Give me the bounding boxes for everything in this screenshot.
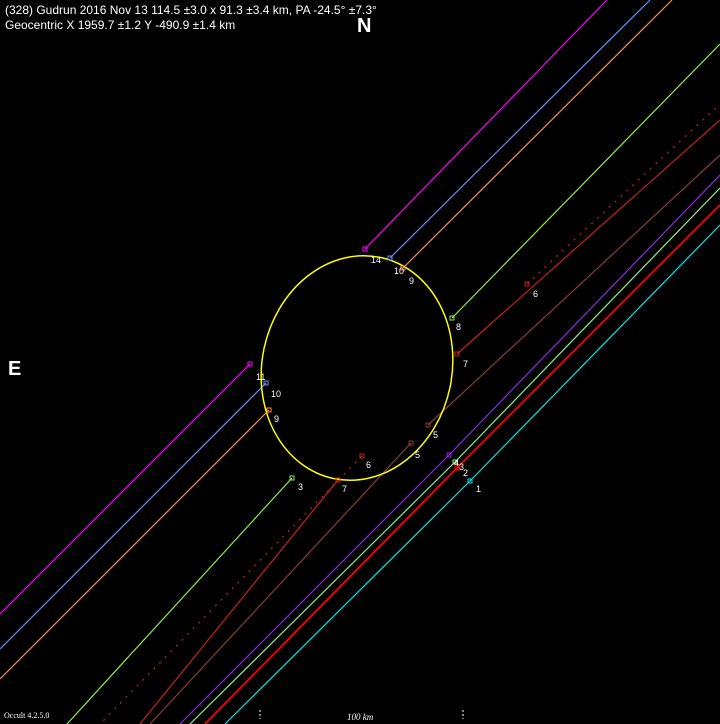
chord-line — [454, 187, 720, 463]
chord-line — [526, 103, 720, 285]
chord-line — [389, 0, 651, 259]
north-label: N — [357, 15, 372, 37]
chord-line — [139, 479, 339, 724]
chord-label: 1 — [476, 484, 481, 494]
program-version: Occult 4.2.5.0 — [4, 711, 50, 720]
chord-label: 10 — [271, 389, 281, 399]
chord-label: 8 — [456, 322, 461, 332]
chord-line — [427, 154, 720, 426]
chord-line — [469, 224, 720, 482]
header-title: (328) Gudrun 2016 Nov 13 114.5 ±3.0 x 91… — [5, 3, 377, 17]
chord-label: 5 — [433, 430, 438, 440]
chord-diagram: 1411101099836677554 321 — [0, 0, 720, 724]
chord-line-extension — [189, 461, 456, 724]
chord-label: 10 — [394, 266, 404, 276]
chord-label: 7 — [463, 359, 468, 369]
chord-line — [149, 442, 412, 724]
chord-line — [0, 363, 251, 615]
chord-label: 6 — [366, 460, 371, 470]
chord-line-extension — [179, 454, 450, 724]
header-geocentric: Geocentric X 1959.7 ±1.2 Y -490.9 ±1.4 k… — [5, 18, 236, 32]
chord-line-extension — [224, 480, 471, 724]
scale-label: 100 km — [347, 712, 374, 722]
asteroid-profile-ellipse — [260, 254, 454, 482]
chord-line — [66, 477, 293, 724]
chord-line-extension — [204, 467, 458, 724]
chord-label: 11 — [256, 372, 265, 382]
chord-label: 9 — [274, 414, 279, 424]
east-label: E — [8, 358, 22, 380]
chord-label: 14 — [371, 255, 381, 265]
chord-label: 9 — [409, 276, 414, 286]
chord-line — [448, 174, 720, 456]
chord-label: 2 — [463, 468, 468, 478]
chord-line — [456, 119, 720, 355]
chord-label: 6 — [533, 289, 538, 299]
chord-label: 7 — [342, 484, 347, 494]
occultation-plot: 14 11 10 10 9 9 8 3 6 6 7 7 5 5 4 3 2 1 (328) Gudrun 2016… — [0, 0, 720, 724]
chord-line — [456, 204, 720, 469]
chord-line — [0, 382, 267, 650]
chord-line — [364, 0, 608, 250]
chord-label: 3 — [298, 482, 303, 492]
chord-label: 5 — [415, 450, 420, 460]
